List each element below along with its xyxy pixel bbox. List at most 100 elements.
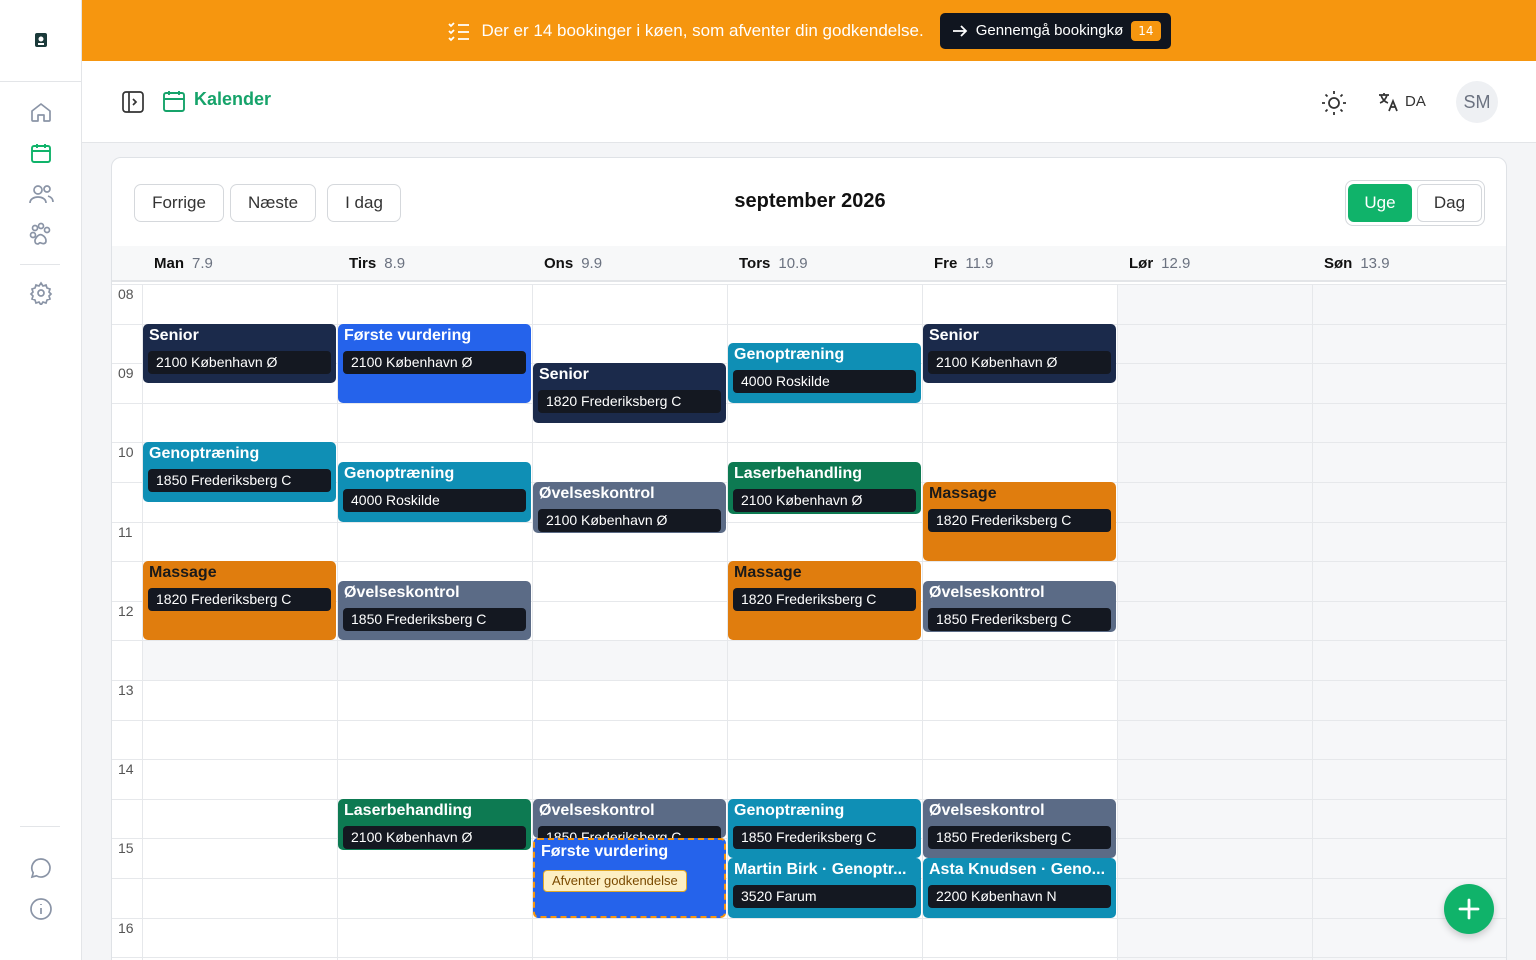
today-button[interactable]: I dag [327,184,401,222]
weekend-column [1312,284,1506,960]
day-view-button[interactable]: Dag [1417,184,1482,222]
sidebar-item-home[interactable] [27,98,55,126]
user-avatar[interactable]: SM [1456,81,1498,123]
arrow-right-icon [952,24,967,37]
next-button[interactable]: Næste [230,184,316,222]
day-date: 7.9 [192,254,213,272]
day-date: 8.9 [384,254,406,272]
grid-column-line [1312,284,1313,960]
booking-event[interactable]: Senior 2100 København Ø [923,323,1116,383]
booking-event[interactable]: Laserbehandling 2100 København Ø [338,798,531,851]
header-calendar-icon [163,90,185,116]
event-location: 4000 Roskilde [733,370,916,394]
event-location: 1820 Frederiksberg C [733,588,916,612]
calendar-icon [31,144,51,163]
event-location: 1820 Frederiksberg C [148,588,331,612]
sidebar-toggle-button[interactable] [122,91,144,117]
booking-event[interactable]: Øvelseskontrol 2100 København Ø [533,482,726,534]
language-label[interactable]: DA [1405,93,1426,110]
booking-event[interactable]: Genoptræning 1850 Frederiksberg C [728,798,921,859]
booking-event[interactable]: Øvelseskontrol 1850 Frederiksberg C [923,581,1116,633]
day-date: 12.9 [1161,254,1191,272]
language-button[interactable] [1377,91,1399,117]
day-header: Tirs 8.9 [337,246,532,282]
booking-event[interactable]: Senior 2100 København Ø [143,323,336,383]
day-name: Søn [1324,254,1353,272]
day-name: Man [154,254,184,272]
booking-event[interactable]: Laserbehandling 2100 København Ø [728,462,921,514]
pending-booking[interactable]: Første vurdering Afventer godkendelse [533,838,726,918]
week-grid[interactable]: 08 09 10 11 12 13 14 15 16 Senior 2100 København Ø… [112,284,1506,960]
booking-event[interactable]: Massage 1820 Frederiksberg C [923,482,1116,562]
event-title: Senior [539,366,589,384]
hour-label: 15 [118,840,134,856]
event-location: 2100 København Ø [343,350,526,374]
prev-button[interactable]: Forrige [134,184,224,222]
booking-event[interactable]: Genoptræning 4000 Roskilde [338,462,531,522]
app-logo-icon[interactable] [31,30,51,50]
sidebar-divider [20,264,60,265]
event-title: Øvelseskontrol [929,584,1045,601]
booking-event[interactable]: Massage 1820 Frederiksberg C [143,561,336,641]
grid-line [112,403,1506,404]
event-title: Genoptræning [149,445,260,463]
sidebar-item-pets[interactable] [27,221,55,249]
users-icon [29,185,54,204]
hour-label: 11 [118,524,133,540]
event-location: 4000 Roskilde [343,489,526,513]
booking-event[interactable]: Første vurdering 2100 København Ø [338,323,531,403]
event-location: 1850 Frederiksberg C [928,608,1111,631]
event-title: Første vurdering [344,326,472,344]
grid-column-line [1117,284,1118,960]
grid-line [112,720,1506,721]
booking-event[interactable]: Øvelseskontrol 1850 Frederiksberg C [533,798,726,839]
banner-text: Der er 14 bookinger i køen, som afventer… [481,20,924,40]
checklist-icon [448,21,470,41]
event-location: 2200 København N [928,885,1111,909]
booking-event[interactable]: Asta Knudsen · Geno... 2200 København N [923,858,1116,918]
sidebar-item-calendar[interactable] [27,139,55,167]
sidebar-item-users[interactable] [27,180,55,208]
booking-event[interactable]: Martin Birk · Genoptr... 3520 Farum [728,858,921,918]
booking-event[interactable]: Genoptræning 4000 Roskilde [728,343,921,403]
event-title: Øvelseskontrol [539,485,655,502]
booking-event[interactable]: Øvelseskontrol 1850 Frederiksberg C [338,581,531,641]
grid-line [112,759,1506,760]
day-header: Tors 10.9 [727,246,922,282]
info-icon [30,898,52,920]
day-name: Lør [1129,254,1154,272]
event-title: Massage [149,564,217,582]
booking-event[interactable]: Genoptræning 1850 Frederiksberg C [143,442,336,502]
sidebar-item-info[interactable] [27,895,55,923]
event-title: Massage [734,564,802,582]
hour-label: 12 [118,603,134,619]
theme-toggle-button[interactable] [1321,90,1347,120]
event-location: 1850 Frederiksberg C [928,825,1111,849]
booking-event[interactable]: Senior 1820 Frederiksberg C [533,363,726,423]
event-title: Genoptræning [734,346,845,364]
event-location: 1850 Frederiksberg C [733,825,916,849]
day-name: Ons [544,254,574,272]
booking-event[interactable]: Massage 1820 Frederiksberg C [728,561,921,641]
grid-line [112,640,1506,641]
sidebar-item-settings[interactable] [27,279,55,307]
grid-line [112,680,1506,681]
add-booking-button[interactable] [1444,884,1494,934]
event-location: 2100 København Ø [538,509,721,532]
review-queue-label: Gennemgå bookingkø [975,22,1124,39]
approval-banner: Der er 14 bookinger i køen, som afventer… [82,0,1536,61]
event-title: Asta Knudsen · Geno... [929,861,1106,879]
review-queue-button[interactable]: Gennemgå bookingkø 14 [939,12,1171,49]
sidebar-divider-bottom [20,826,60,827]
lunch-band [142,640,1115,680]
sidebar-item-chat[interactable] [27,854,55,882]
event-location: 2100 København Ø [148,350,331,374]
pending-status-badge: Afventer godkendelse [543,870,687,893]
sidebar-divider-top [0,81,82,82]
week-view-button[interactable]: Uge [1348,184,1412,222]
booking-event[interactable]: Øvelseskontrol 1850 Frederiksberg C [923,798,1116,859]
event-title: Laserbehandling [734,465,863,483]
queue-count-badge: 14 [1131,20,1161,41]
page-title: Kalender [194,89,272,109]
time-gutter-header [112,246,142,282]
